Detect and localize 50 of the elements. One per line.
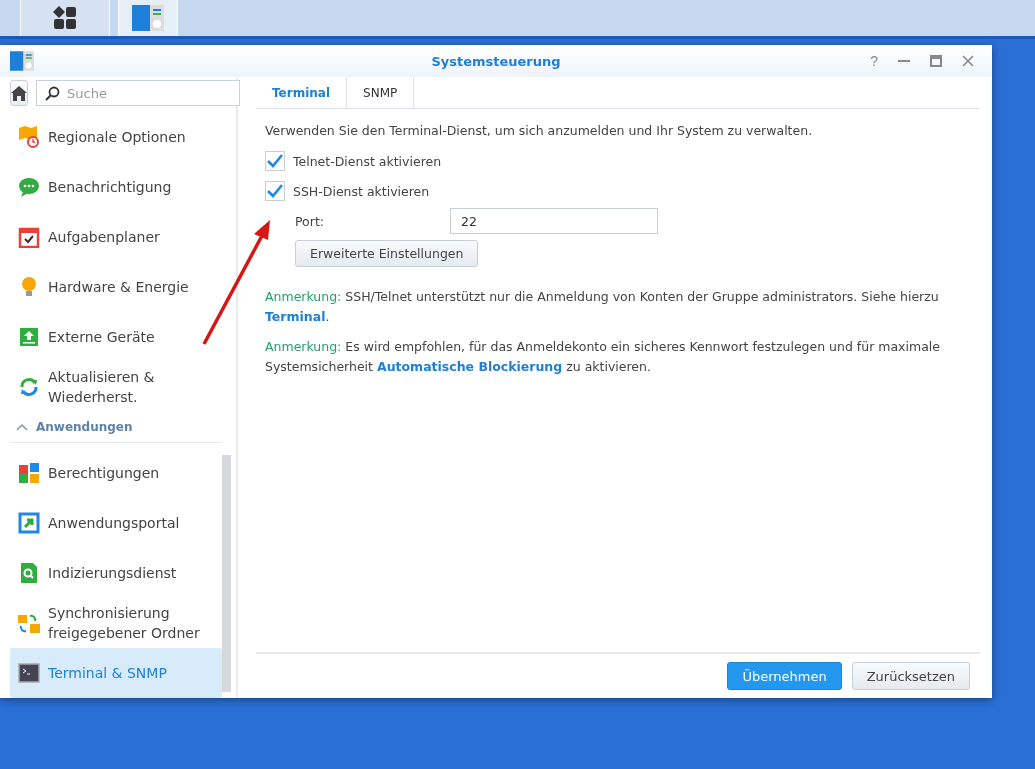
main-menu-button[interactable]: [20, 0, 110, 36]
sidebar-item[interactable]: Berechtigungen: [10, 448, 222, 498]
note-text: Anmerkung: SSH/Telnet unterstützt nur die Anmeldung von Konten der Gruppe administrators. Siehe hierzu Terminal.: [265, 288, 940, 326]
scrollbar-thumb[interactable]: [222, 455, 231, 692]
home-button[interactable]: [10, 80, 28, 106]
tiles-lock-icon: [18, 462, 40, 484]
checkbox[interactable]: [265, 151, 285, 171]
maximize-icon[interactable]: [930, 55, 942, 67]
sidebar-item[interactable]: Benachrichtigung: [10, 162, 222, 212]
control-panel-icon: [132, 5, 164, 31]
link[interactable]: Automatische Blockierung: [376, 359, 563, 374]
tab[interactable]: Terminal: [256, 77, 348, 108]
folders-sync-icon: [18, 612, 40, 634]
control-panel-icon: [10, 51, 34, 71]
arrow-square-icon: [18, 512, 40, 534]
reset-button[interactable]: Zurücksetzen: [851, 662, 970, 690]
checkbox[interactable]: [265, 181, 285, 201]
sidebar-item[interactable]: Regionale Optionen: [10, 112, 222, 162]
port-label: Port:: [295, 213, 325, 229]
tab[interactable]: SNMP: [347, 77, 415, 108]
main-menu-icon: [53, 6, 77, 30]
note-text: Anmerkung: Es wird empfohlen, für das Anmeldekonto ein sicheres Kennwort festzulegen und für maximale Systemsicherheit Automatische Blockierung zu aktivieren.: [265, 338, 941, 376]
search-icon: [45, 86, 60, 101]
map-clock-icon: [18, 126, 40, 148]
chevron-up-icon: [16, 423, 28, 431]
sidebar-item[interactable]: Hardware & Energie: [10, 262, 222, 312]
chat-bubble-icon: [18, 176, 40, 198]
help-button[interactable]: ?: [870, 53, 878, 69]
checkbox-label: SSH-Dienst aktivieren: [293, 183, 430, 199]
upload-icon: [18, 326, 40, 348]
port-field[interactable]: 22: [450, 208, 658, 234]
sidebar-item[interactable]: Synchronisierung freigegebener Ordner: [10, 598, 222, 648]
search-field[interactable]: Suche: [36, 80, 240, 106]
terminal-icon: [18, 662, 40, 684]
sidebar-item[interactable]: Anwendungsportal: [10, 498, 222, 548]
sidebar-item[interactable]: Externe Geräte: [10, 312, 222, 362]
window-title: Systemsteuerung: [431, 53, 561, 69]
control-panel-taskbar-button[interactable]: [118, 0, 178, 36]
sidebar-item[interactable]: Indizierungsdienst: [10, 548, 222, 598]
close-icon[interactable]: [962, 55, 974, 67]
calendar-check-icon: [18, 226, 40, 248]
home-icon: [11, 85, 27, 101]
group-header[interactable]: Anwendungen: [10, 412, 222, 443]
description-text: Verwenden Sie den Terminal-Dienst, um sich anzumelden und Ihr System zu verwalten.: [265, 123, 814, 138]
checkbox-label: Telnet-Dienst aktivieren: [293, 153, 442, 169]
search-document-icon: [18, 562, 40, 584]
sidebar-item[interactable]: Aufgabenplaner: [10, 212, 222, 262]
advanced-settings-button[interactable]: Erweiterte Einstellungen: [295, 240, 479, 267]
refresh-icon: [18, 376, 40, 398]
sidebar-item[interactable]: Aktualisieren & Wiederherst.: [10, 362, 222, 412]
